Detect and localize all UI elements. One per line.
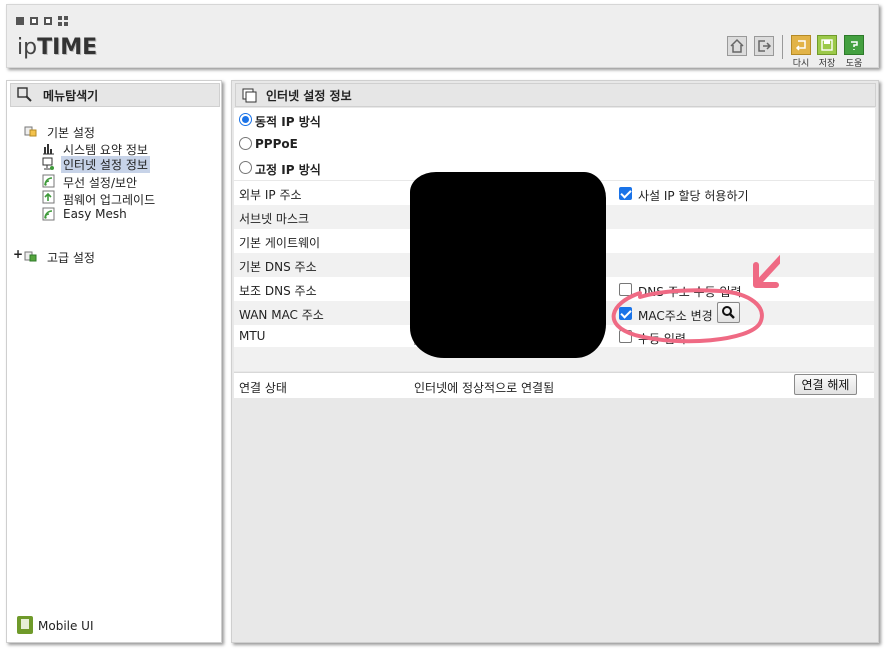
tree-basic-settings[interactable]: 기본 설정 (47, 124, 95, 141)
disconnect-button[interactable]: 연결 해제 (794, 374, 857, 395)
label-static-ip: 고정 IP 방식 (255, 163, 321, 177)
annotation-highlight (611, 254, 780, 344)
menu-wireless-security[interactable]: 무선 설정/보안 (63, 174, 137, 191)
logout-icon (758, 40, 772, 52)
folder-advanced-icon (24, 251, 37, 262)
internet-settings-icon (42, 157, 54, 170)
wireless-icon (42, 174, 55, 188)
radio-static-ip[interactable] (239, 161, 252, 174)
home-button[interactable] (727, 36, 747, 56)
reload-button[interactable] (791, 35, 811, 55)
label-gateway: 기본 게이트웨이 (239, 236, 321, 250)
folder-settings-icon (24, 126, 37, 137)
logo-grid-icon (58, 16, 68, 26)
save-button[interactable] (817, 35, 837, 55)
easy-mesh-icon (42, 207, 55, 221)
radio-dynamic-ip[interactable] (239, 113, 252, 126)
label-connection-status: 연결 상태 (239, 381, 287, 395)
label-dynamic-ip: 동적 IP 방식 (255, 115, 321, 129)
menu-firmware-upgrade[interactable]: 펌웨어 업그레이드 (63, 191, 155, 208)
save-label: 저장 (818, 59, 836, 69)
label-mtu: MTU (239, 329, 266, 343)
logo-square-outline-icon (44, 17, 52, 25)
menu-easy-mesh[interactable]: Easy Mesh (63, 207, 127, 221)
radio-pppoe[interactable] (239, 137, 252, 150)
mobile-ui-link[interactable]: Mobile UI (38, 619, 94, 633)
internet-settings-header: 인터넷 설정 정보 (235, 83, 876, 107)
save-icon (821, 39, 833, 51)
connection-status-value: 인터넷에 정상적으로 연결됨 (414, 381, 555, 395)
label-pppoe: PPPoE (255, 137, 298, 151)
menu-internet-settings[interactable]: 인터넷 설정 정보 (61, 156, 150, 173)
reload-icon (795, 40, 806, 51)
logo-square-icon (16, 17, 24, 25)
label-private-ip: 사설 IP 할당 허용하기 (638, 189, 749, 203)
menu-explorer-header: 메뉴탐색기 (10, 83, 220, 107)
tree-expand-toggle[interactable]: + (13, 247, 23, 261)
help-button[interactable] (844, 35, 864, 55)
brand-logo: ipTIME (17, 35, 98, 60)
tree-advanced-settings[interactable]: 고급 설정 (47, 249, 95, 266)
label-external-ip: 외부 IP 주소 (239, 188, 302, 202)
checkbox-private-ip[interactable] (619, 187, 632, 200)
firmware-upgrade-icon (42, 190, 55, 204)
logout-button[interactable] (754, 36, 774, 56)
redaction-mark (410, 172, 606, 358)
label-primary-dns: 기본 DNS 주소 (239, 260, 317, 274)
header-bar: ipTIME 다시 저장 도움 (6, 4, 879, 69)
mobile-ui-icon (17, 616, 33, 634)
internet-settings-title: 인터넷 설정 정보 (266, 88, 352, 103)
window-icon (242, 88, 257, 102)
reload-label: 다시 (792, 59, 810, 69)
magnifier-icon (17, 87, 32, 102)
connection-mode-group (234, 108, 875, 180)
home-icon (730, 38, 744, 53)
label-wan-mac: WAN MAC 주소 (239, 308, 324, 322)
system-summary-icon (43, 144, 54, 155)
menu-explorer-panel: 메뉴탐색기 기본 설정 시스템 요약 정보 인터넷 설정 정보 무선 설정/보안… (6, 80, 222, 643)
label-secondary-dns: 보조 DNS 주소 (239, 284, 317, 298)
help-label: 도움 (845, 59, 863, 69)
logo-square-outline-icon (30, 17, 38, 25)
help-icon (851, 41, 858, 50)
label-subnet-mask: 서브넷 마스크 (239, 212, 310, 226)
menu-explorer-title: 메뉴탐색기 (43, 88, 99, 103)
